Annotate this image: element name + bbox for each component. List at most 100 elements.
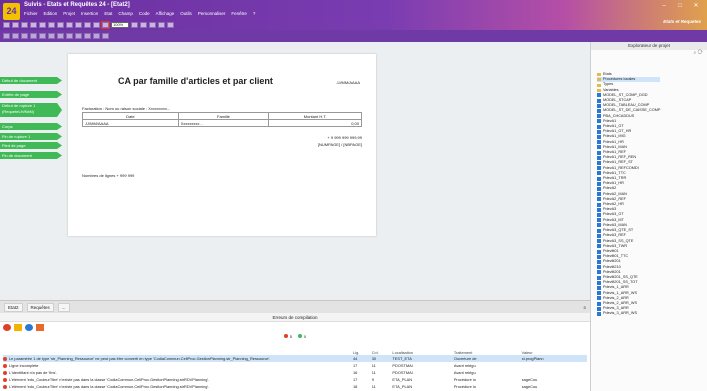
- report-icon: [597, 93, 601, 98]
- menu-help[interactable]: ?: [253, 11, 256, 16]
- error-val: [522, 369, 587, 376]
- error-msg: L'élément 'edo_CouleurTitre' n'existe pa…: [3, 383, 353, 390]
- band-debut-rupture[interactable]: Début de rupture 1 (RequeteLH/NbN): [0, 103, 62, 117]
- filter-icon[interactable]: [36, 323, 44, 331]
- error-row[interactable]: Le paramètre 1 de type 'str_Planning_Res…: [3, 355, 587, 362]
- report-icon: [597, 296, 601, 301]
- cell-montant[interactable]: 0,00: [268, 119, 362, 127]
- italic-icon[interactable]: [57, 33, 64, 39]
- cut-icon[interactable]: [39, 21, 46, 28]
- tree-item[interactable]: Pdevis_3_ARR_WS: [597, 311, 660, 316]
- report-icon: [597, 259, 601, 264]
- grid-icon[interactable]: [158, 21, 165, 28]
- panel-menu-icon[interactable]: ≡: [583, 305, 586, 310]
- table-icon[interactable]: [39, 33, 46, 39]
- print-icon[interactable]: [30, 21, 37, 28]
- error-loc: PDOSTMAI: [392, 370, 413, 375]
- close-icon[interactable]: ✕: [691, 3, 701, 10]
- tab-requetes[interactable]: Requêtes: [26, 302, 54, 312]
- band-fin-rupture[interactable]: Fin de rupture 1: [0, 133, 62, 140]
- menu-outils[interactable]: Outils: [180, 11, 192, 16]
- nb-lignes-value[interactable]: + 999 999: [116, 173, 134, 178]
- cell-famille[interactable]: Xxxxxxxxx...: [177, 119, 270, 127]
- redo-icon[interactable]: [75, 21, 82, 28]
- image-icon[interactable]: [21, 33, 28, 39]
- tab-more[interactable]: ...: [57, 302, 70, 312]
- band-entete-page[interactable]: Entête de page: [0, 91, 62, 98]
- col-montant[interactable]: Montant H.T.: [268, 112, 362, 120]
- report-page[interactable]: CA par famille d'articles et par client …: [68, 54, 376, 236]
- field-icon[interactable]: [3, 33, 10, 39]
- run-icon[interactable]: [84, 21, 91, 28]
- copy-icon[interactable]: [48, 21, 55, 28]
- open-icon[interactable]: [12, 21, 19, 28]
- menu-etat[interactable]: Etat: [104, 11, 112, 16]
- report-icon: [597, 135, 601, 140]
- report-icon: [597, 244, 601, 249]
- tab-etat2[interactable]: Etat2: [4, 302, 23, 312]
- report-icon: [597, 270, 601, 275]
- band-debut-document[interactable]: Début de document: [0, 77, 62, 84]
- col-date[interactable]: Date: [82, 112, 179, 120]
- facturation-label[interactable]: Facturation : Nom ou raison sociale : Xx…: [82, 106, 170, 111]
- menu-affichage[interactable]: Affichage: [156, 11, 175, 16]
- explorer-search-icon[interactable]: ⌕ ⟳: [591, 50, 707, 57]
- debug-icon[interactable]: [93, 21, 100, 28]
- font-color-icon[interactable]: [75, 33, 82, 39]
- folder-icon: [597, 73, 601, 77]
- new-icon[interactable]: [3, 21, 10, 28]
- test-report-icon[interactable]: [101, 20, 110, 29]
- border-icon[interactable]: [84, 33, 91, 39]
- align-center-icon[interactable]: [140, 21, 147, 28]
- report-title[interactable]: CA par famille d'articles et par client: [118, 76, 273, 86]
- report-icon: [597, 280, 601, 285]
- menu-personnaliser[interactable]: Personnaliser: [198, 11, 226, 16]
- zoom-select[interactable]: 100%: [111, 21, 129, 28]
- menu-champ[interactable]: Champ: [118, 11, 133, 16]
- info-icon[interactable]: [25, 323, 33, 331]
- align-right-icon[interactable]: [149, 21, 156, 28]
- page-number[interactable]: [NUMPAGE] / [NBPAGE]: [318, 141, 362, 148]
- save-icon[interactable]: [21, 21, 28, 28]
- compile-icon[interactable]: [3, 323, 11, 331]
- cell-date[interactable]: JJ/MM/AAAA: [82, 119, 179, 127]
- menu-code[interactable]: Code: [139, 11, 150, 16]
- error-row[interactable]: L'élément 'edo_CouleurTitre' n'existe pa…: [3, 376, 587, 383]
- error-row[interactable]: L'élément 'edo_CouleurTitre' n'existe pa…: [3, 383, 587, 390]
- nb-lignes-label[interactable]: Nombres de lignes: [82, 173, 115, 178]
- report-icon: [597, 202, 601, 207]
- menu-fenetre[interactable]: Fenêtre: [231, 11, 247, 16]
- paste-icon[interactable]: [57, 21, 64, 28]
- menu-edition[interactable]: Edition: [44, 11, 58, 16]
- errors-header: Erreurs de compilation: [0, 313, 590, 322]
- band-pied-page[interactable]: Pied de page: [0, 142, 62, 149]
- font-select-icon[interactable]: [93, 33, 100, 39]
- col-famille[interactable]: Famille: [177, 112, 270, 120]
- errors-toolbar: [0, 322, 590, 332]
- report-date[interactable]: JJ/MM/AAAA: [336, 80, 360, 85]
- layout-icon[interactable]: [167, 21, 174, 28]
- errors-table: Lig. Col. Localisation Traitement Valeur…: [3, 349, 587, 390]
- align-left-icon[interactable]: [131, 21, 138, 28]
- menu-projet[interactable]: Projet: [63, 11, 75, 16]
- report-icon: [597, 181, 601, 186]
- warning-icon[interactable]: [14, 323, 22, 331]
- window-controls: – □ ✕: [659, 3, 701, 10]
- menu-insertion[interactable]: Insertion: [81, 11, 98, 16]
- undo-icon[interactable]: [66, 21, 73, 28]
- band-fin-document[interactable]: Fin de document: [0, 152, 62, 159]
- error-row[interactable]: L'identifiant n'a pas de 'fins'. 16 11 PDOS…: [3, 369, 587, 376]
- error-row[interactable]: Ligne incomplète 17 11 PDOSTMAI Avant relégu: [3, 362, 587, 369]
- chart-icon[interactable]: [30, 33, 37, 39]
- report-icon: [597, 171, 601, 176]
- report-totals: + 9 999 999 999,99 [NUMPAGE] / [NBPAGE]: [318, 134, 362, 148]
- maximize-icon[interactable]: □: [675, 3, 685, 10]
- size-select-icon[interactable]: [102, 33, 109, 39]
- underline-icon[interactable]: [66, 33, 73, 39]
- total-value[interactable]: + 9 999 999 999,99: [318, 134, 362, 141]
- label-icon[interactable]: [12, 33, 19, 39]
- menu-fichier[interactable]: Fichier: [24, 11, 38, 16]
- minimize-icon[interactable]: –: [659, 3, 669, 10]
- bold-icon[interactable]: [48, 33, 55, 39]
- band-corps[interactable]: Corps: [0, 123, 62, 130]
